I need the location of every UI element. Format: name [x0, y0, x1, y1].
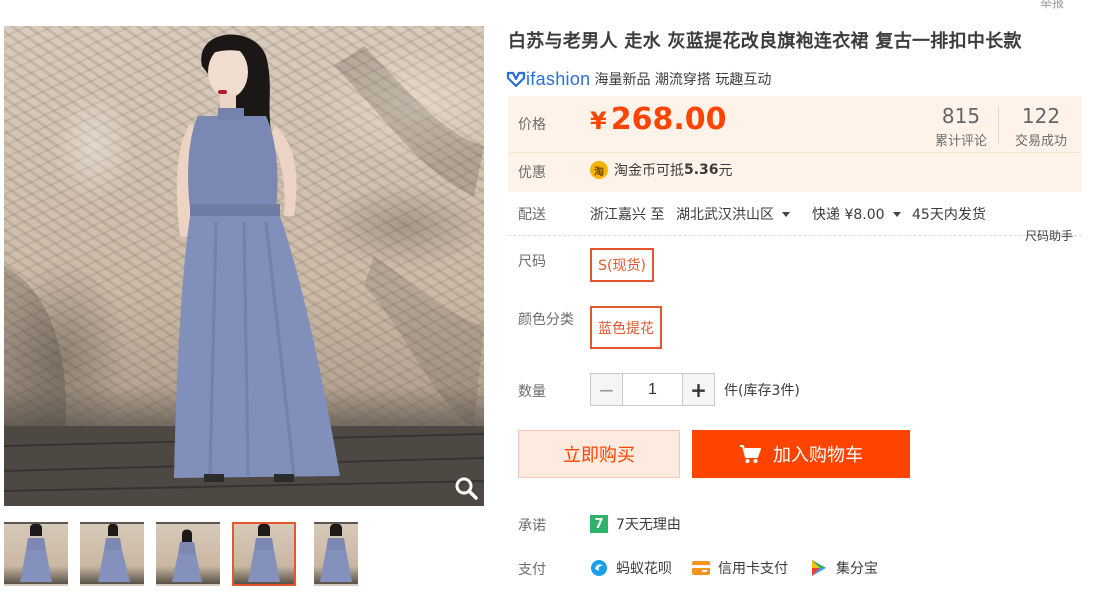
- payment-label: 支付: [518, 562, 546, 578]
- size-label: 尺码: [518, 254, 546, 270]
- credit-card-icon: [692, 559, 710, 577]
- payment-jifenbao[interactable]: 集分宝: [810, 558, 878, 578]
- quantity-label: 数量: [518, 384, 546, 400]
- delivery-row: 配送 浙江嘉兴 至 湖北武汉洪山区 快递 ¥8.00 45天内发货: [508, 200, 1082, 236]
- chevron-down-icon: [782, 211, 790, 217]
- add-to-cart-button[interactable]: 加入购物车: [692, 430, 910, 478]
- promo-amount: 5.36: [684, 162, 719, 178]
- payment-huabei[interactable]: 蚂蚁花呗: [590, 558, 672, 578]
- ifashion-heart-icon: [506, 71, 526, 88]
- report-link[interactable]: 举报: [1040, 0, 1064, 11]
- promise-label: 承诺: [518, 518, 546, 534]
- stock-text: 件(库存3件): [724, 382, 800, 399]
- delivery-label: 配送: [518, 207, 546, 223]
- color-option-blue-jacquard[interactable]: 蓝色提花: [590, 306, 662, 349]
- ship-to-selector[interactable]: 湖北武汉洪山区: [676, 204, 790, 224]
- quantity-increase-button[interactable]: +: [682, 373, 715, 406]
- ifashion-logo: ifashion: [506, 69, 590, 90]
- chevron-down-icon: [892, 211, 901, 217]
- reviews-count: 815: [941, 104, 981, 128]
- color-label: 颜色分类: [518, 312, 574, 328]
- seven-day-icon: 7: [590, 515, 608, 533]
- reviews-stat[interactable]: 815 累计评论: [926, 104, 996, 149]
- sales-count: 122: [1021, 104, 1061, 128]
- thumbnail-3-figure: [172, 529, 202, 582]
- sales-stat: 122 交易成功: [1006, 104, 1076, 149]
- sales-label: 交易成功: [1014, 134, 1067, 149]
- quantity-stepper: − 1 + 件(库存3件): [590, 373, 800, 406]
- stat-divider: [998, 106, 999, 144]
- currency-symbol: ¥: [590, 107, 607, 135]
- product-title: 白苏与老男人 走水 灰蓝提花改良旗袍连衣裙 复古一排扣中长款: [508, 31, 1022, 52]
- model-figure-illustration: [4, 34, 484, 506]
- payment-huabei-text: 蚂蚁花呗: [616, 561, 672, 577]
- price-label: 价格: [518, 117, 546, 133]
- promise-item[interactable]: 7 7天无理由: [590, 514, 681, 534]
- promise-text: 7天无理由: [616, 517, 681, 533]
- brand-tagline: 海量新品 潮流穿搭 玩趣互动: [594, 72, 772, 88]
- thumbnail-4-selected[interactable]: [232, 522, 296, 586]
- magnifier-icon: [455, 477, 478, 500]
- payment-credit-card-text: 信用卡支付: [718, 561, 788, 577]
- thumbnail-5[interactable]: [314, 522, 358, 586]
- buy-now-button[interactable]: 立即购买: [518, 430, 680, 478]
- price-value: ¥ 268.00: [590, 102, 726, 137]
- size-option-s[interactable]: S(现货): [590, 248, 654, 282]
- quantity-decrease-button[interactable]: −: [590, 373, 623, 406]
- ifashion-logo-text: ifashion: [526, 68, 591, 89]
- reviews-label: 累计评论: [934, 134, 987, 149]
- jifenbao-icon: [810, 559, 828, 577]
- payment-jifenbao-text: 集分宝: [836, 561, 878, 577]
- thumbnail-4-figure: [248, 524, 280, 582]
- thumbnail-1[interactable]: [4, 522, 68, 586]
- thumbnail-3[interactable]: [156, 522, 220, 586]
- promo-info: 淘 淘金币可抵 5.36 元: [590, 160, 733, 180]
- promo-unit: 元: [718, 163, 733, 179]
- price-amount: 268.00: [610, 102, 727, 137]
- add-to-cart-label: 加入购物车: [773, 445, 863, 466]
- taojinbi-coin-icon: 淘: [590, 161, 608, 179]
- size-helper-link[interactable]: 尺码助手: [1025, 227, 1073, 244]
- thumbnail-1-figure: [20, 524, 52, 582]
- ship-to-text: 湖北武汉洪山区: [676, 207, 774, 223]
- shipping-fee-text: 快递 ¥8.00: [812, 207, 885, 223]
- main-product-image[interactable]: [4, 26, 484, 506]
- shipping-fee-selector[interactable]: 快递 ¥8.00: [812, 204, 901, 224]
- thumbnail-5-figure: [320, 524, 352, 582]
- payment-credit-card[interactable]: 信用卡支付: [692, 558, 788, 578]
- quantity-input[interactable]: 1: [623, 373, 682, 406]
- brand-banner[interactable]: ifashion 海量新品 潮流穿搭 玩趣互动: [506, 66, 771, 92]
- thumbnail-2-figure: [98, 524, 130, 582]
- ship-from: 浙江嘉兴 至: [590, 207, 665, 223]
- cart-icon: [740, 445, 761, 463]
- delivery-eta: 45天内发货: [912, 207, 986, 223]
- price-divider: [508, 152, 1082, 153]
- zoom-button[interactable]: [452, 474, 480, 502]
- price-panel: 价格 ¥ 268.00 815 累计评论 122 交易成功 优惠 淘 淘金币可抵…: [508, 96, 1082, 192]
- huabei-icon: [590, 559, 608, 577]
- promo-label: 优惠: [518, 165, 546, 181]
- thumbnail-2[interactable]: [80, 522, 144, 586]
- promo-text: 淘金币可抵: [614, 163, 684, 179]
